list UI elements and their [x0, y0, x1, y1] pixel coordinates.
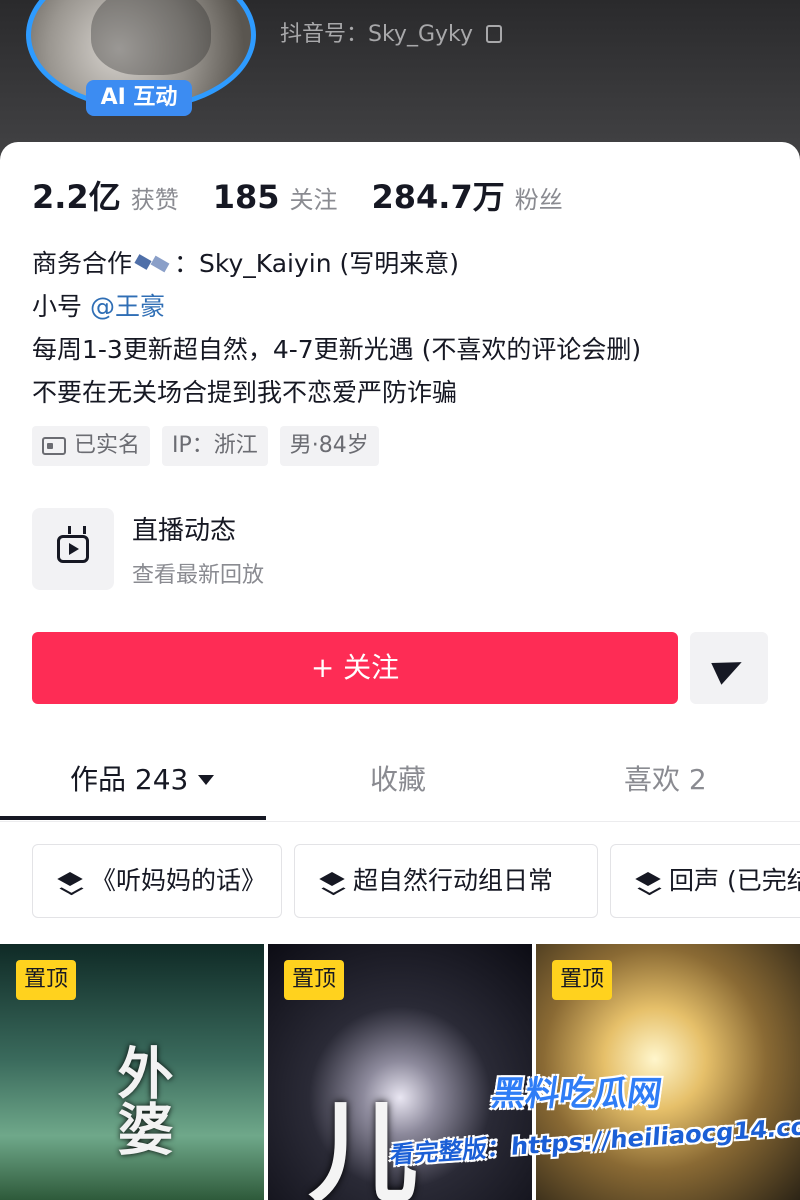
thumbnail-overlay-text: 外婆 [108, 1044, 173, 1156]
site-watermark: 黑料吃瓜网 看完整版：https://heiliaocg14.com [389, 1060, 800, 1200]
bio-business-contact: ：Sky_Kaiyin (写明来意) [174, 249, 460, 278]
copy-icon[interactable] [485, 25, 502, 43]
collection-label: 《听妈妈的话》 [91, 866, 267, 895]
collection-chips: 《听妈妈的话》 超自然行动组日常 回声 (已完结 [0, 844, 800, 920]
content-tabs: 作品 243 收藏 喜欢 2 [0, 752, 800, 822]
tab-favorites[interactable]: 收藏 [370, 752, 426, 822]
stats-row: 2.2亿 获赞 185 关注 284.7万 粉丝 [32, 172, 597, 218]
live-text: 直播动态 查看最新回放 [132, 510, 264, 589]
collection-label: 回声 (已完结 [669, 866, 800, 895]
pinned-badge: 置顶 [284, 960, 345, 1000]
profile-tags: 已实名 IP：浙江 男·84岁 [32, 426, 391, 466]
bio-business-prefix: 商务合作 [32, 249, 133, 278]
stat-followers-label: 粉丝 [514, 186, 563, 214]
collection-chip[interactable]: 超自然行动组日常 [294, 844, 598, 918]
stat-followers[interactable]: 284.7万 粉丝 [372, 172, 563, 218]
stat-following-count: 185 [212, 178, 280, 216]
video-thumbnail[interactable]: 置顶 外婆 [0, 944, 264, 1200]
ai-interact-badge[interactable]: AI 互动 [86, 80, 192, 116]
share-button[interactable] [690, 632, 768, 704]
collection-chip[interactable]: 《听妈妈的话》 [32, 844, 282, 918]
layers-icon [637, 870, 663, 892]
bio-line-schedule: 每周1-3更新超自然，4-7更新光遇 (不喜欢的评论会删) [32, 335, 642, 364]
live-subtitle: 查看最新回放 [132, 562, 265, 588]
live-activity[interactable]: 直播动态 查看最新回放 [32, 508, 264, 590]
pinned-badge: 置顶 [552, 960, 613, 1000]
id-card-icon [42, 437, 66, 455]
collection-chip[interactable]: 回声 (已完结 [610, 844, 800, 918]
stat-likes-count: 2.2亿 [32, 178, 121, 216]
verified-label: 已实名 [74, 433, 141, 458]
watermark-title: 黑料吃瓜网 [488, 1074, 665, 1114]
stat-likes-label: 获赞 [130, 186, 179, 214]
tab-works[interactable]: 作品 243 [70, 752, 215, 822]
stat-followers-count: 284.7万 [371, 178, 505, 216]
active-tab-indicator [0, 816, 266, 820]
tab-works-label: 作品 243 [70, 763, 189, 796]
douyin-id-text: 抖音号：Sky_Gyky [280, 22, 473, 47]
stat-likes[interactable]: 2.2亿 获赞 [32, 172, 179, 218]
layers-icon [321, 870, 347, 892]
live-title: 直播动态 [132, 515, 237, 546]
bio: 商务合作 ：Sky_Kaiyin (写明来意) 小号 @王豪 每周1-3更新超自然… [32, 242, 641, 414]
stat-following[interactable]: 185 关注 [213, 178, 338, 216]
profile-card: 2.2亿 获赞 185 关注 284.7万 粉丝 商务合作 ：Sky_Kaiyin… [0, 142, 800, 1200]
layers-icon [59, 870, 85, 892]
live-icon-box [32, 508, 114, 590]
send-icon [711, 651, 747, 685]
satellite-icon [136, 251, 170, 275]
verified-tag: 已实名 [32, 426, 151, 466]
follow-button[interactable]: + 关注 [32, 632, 678, 704]
douyin-id: 抖音号：Sky_Gyky [280, 16, 502, 48]
tab-likes[interactable]: 喜欢 2 [624, 752, 707, 822]
tv-play-icon [57, 535, 89, 563]
bio-line-alt-account: 小号 @王豪 [32, 285, 641, 328]
ip-tag: IP：浙江 [162, 426, 268, 466]
pinned-badge: 置顶 [16, 960, 77, 1000]
stat-following-label: 关注 [289, 186, 338, 214]
bio-line-business: 商务合作 ：Sky_Kaiyin (写明来意) [32, 242, 641, 285]
bio-alt-prefix: 小号 [32, 292, 90, 321]
bio-line-notice: 不要在无关场合提到我不恋爱严防诈骗 [32, 378, 458, 407]
mention-link[interactable]: @王豪 [90, 292, 165, 321]
gender-age-tag: 男·84岁 [279, 426, 379, 466]
caret-down-icon [198, 775, 215, 785]
collection-label: 超自然行动组日常 [353, 866, 554, 895]
